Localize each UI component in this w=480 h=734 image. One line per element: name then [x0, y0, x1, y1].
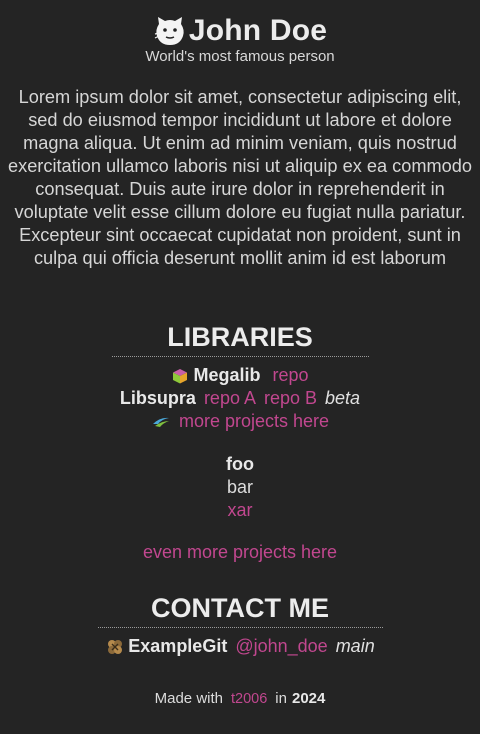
- libraries-heading: LIBRARIES: [167, 322, 313, 352]
- library-megalib: Megalib repo: [0, 364, 480, 387]
- libsupra-repo-a-link[interactable]: repo A: [204, 388, 256, 409]
- page-subtitle: World's most famous person: [145, 48, 335, 65]
- footer-in: in: [275, 690, 287, 707]
- libsupra-tag: beta: [325, 388, 361, 408]
- libsupra-repo-b-link[interactable]: repo B: [264, 388, 317, 409]
- clover-icon: [108, 639, 123, 654]
- bio-paragraph: Lorem ipsum dolor sit amet, consectetur …: [7, 87, 472, 268]
- even-more-projects: even more projects here: [0, 541, 480, 564]
- swoosh-logo-icon: [152, 417, 169, 427]
- contact-service-name: ExampleGit: [128, 636, 228, 656]
- contact-examplegit: ExampleGit @john_doe main: [0, 635, 480, 658]
- cube-icon: [173, 368, 188, 383]
- contact-handle-link[interactable]: @john_doe: [235, 636, 327, 657]
- libraries-divider: [112, 356, 369, 357]
- cartoon-face-icon: [154, 17, 184, 45]
- footer-year: 2024: [291, 690, 326, 707]
- library-name-libsupra: Libsupra: [119, 388, 196, 408]
- contact-divider: [98, 627, 383, 628]
- more-projects-link[interactable]: more projects here: [179, 411, 329, 432]
- page-header: John Doe: [0, 12, 480, 50]
- xar-link[interactable]: xar: [227, 500, 252, 521]
- list-item-bar: bar: [226, 477, 253, 497]
- even-more-projects-link[interactable]: even more projects here: [143, 542, 337, 563]
- list-item-foo: foo: [226, 454, 254, 474]
- contact-heading: CONTACT ME: [151, 593, 329, 623]
- footer-made-with: Made with: [154, 690, 223, 707]
- library-more-projects: more projects here: [0, 410, 480, 433]
- contact-tag: main: [335, 636, 375, 656]
- library-libsupra: Libsupra repo A repo B beta: [0, 387, 480, 410]
- megalib-repo-link[interactable]: repo: [272, 365, 308, 386]
- page-title: John Doe: [188, 14, 328, 47]
- list-item-xar: xar: [0, 499, 480, 522]
- library-name-megalib: Megalib: [193, 365, 261, 385]
- page-footer: Made with t2006 in 2024: [0, 690, 480, 707]
- footer-tool-link[interactable]: t2006: [231, 691, 267, 707]
